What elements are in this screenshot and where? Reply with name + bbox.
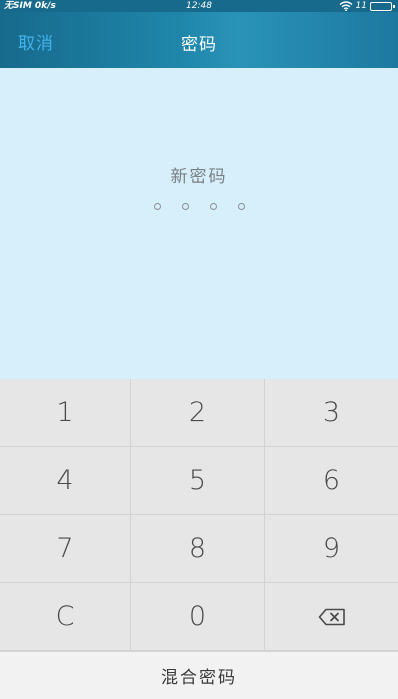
page-title: 密码 [181, 35, 217, 55]
key-6[interactable]: 6 [265, 447, 398, 515]
status-indicators: 11 [339, 0, 395, 12]
key-2[interactable]: 2 [131, 379, 265, 447]
battery-level: 11 [355, 1, 367, 11]
key-9[interactable]: 9 [265, 515, 398, 583]
pin-dot [237, 203, 245, 210]
pin-dot [209, 203, 217, 210]
key-4[interactable]: 4 [0, 447, 131, 515]
key-8[interactable]: 8 [131, 515, 265, 583]
key-1[interactable]: 1 [0, 379, 131, 447]
new-password-prompt: 新密码 [170, 167, 228, 187]
status-bar: 无SIM 0k/s 12:48 11 [0, 0, 398, 12]
backspace-icon [318, 608, 345, 625]
key-3[interactable]: 3 [265, 379, 398, 447]
password-entry-area: 新密码 [0, 68, 398, 379]
navigation-bar: 取消 密码 [0, 12, 398, 68]
key-5[interactable]: 5 [131, 447, 265, 515]
pin-dot [153, 203, 161, 210]
wifi-icon [339, 1, 352, 11]
mixed-password-button[interactable]: 混合密码 [0, 651, 398, 699]
backspace-key[interactable] [265, 583, 398, 651]
pin-dot [181, 203, 189, 210]
battery-icon [370, 1, 395, 11]
key-0[interactable]: 0 [131, 583, 265, 651]
clear-key[interactable]: C [0, 583, 131, 651]
key-7[interactable]: 7 [0, 515, 131, 583]
pin-indicator [0, 203, 398, 210]
numeric-keypad: 1 2 3 4 5 6 7 8 9 C 0 [0, 379, 398, 651]
